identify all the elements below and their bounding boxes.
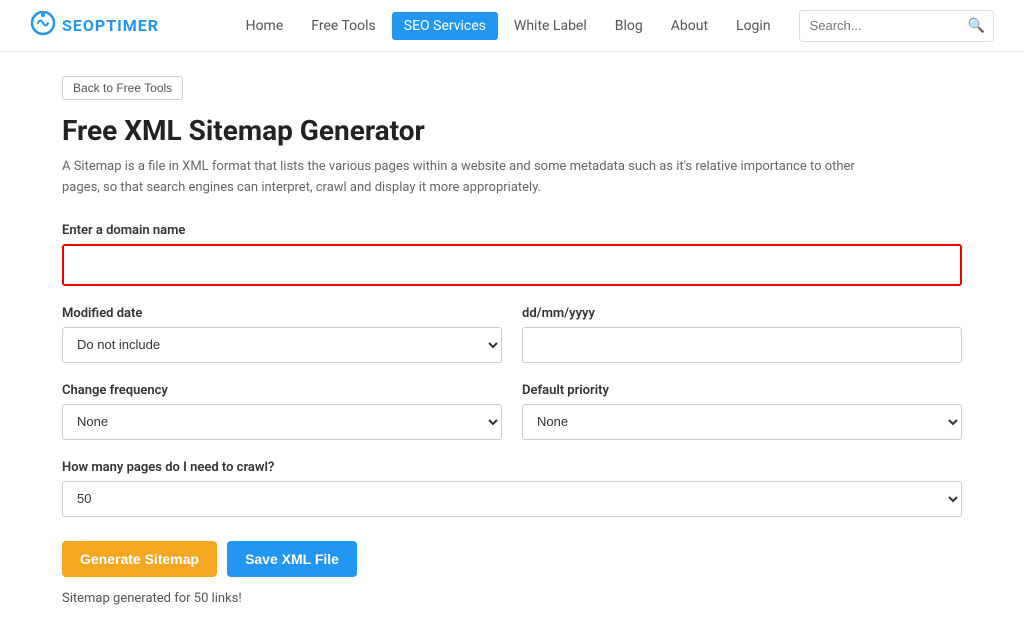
default-priority-label: Default priority (522, 383, 962, 398)
crawl-select[interactable]: 50 100 200 500 (62, 481, 962, 517)
generate-sitemap-button[interactable]: Generate Sitemap (62, 541, 217, 577)
date-field-input[interactable] (522, 327, 962, 363)
action-buttons: Generate Sitemap Save XML File (62, 541, 962, 577)
save-xml-button[interactable]: Save XML File (227, 541, 357, 577)
nav-blog[interactable]: Blog (603, 12, 655, 40)
crawl-row: How many pages do I need to crawl? 50 10… (62, 460, 962, 517)
search-button[interactable]: 🔍 (960, 17, 993, 34)
search-box: 🔍 (799, 10, 994, 42)
status-text: Sitemap generated for 50 links! (62, 591, 962, 606)
nav-white-label[interactable]: White Label (502, 12, 599, 40)
main-nav: Home Free Tools SEO Services White Label… (234, 12, 783, 40)
freq-priority-row: Change frequency None Always Hourly Dail… (62, 383, 962, 440)
change-freq-label: Change frequency (62, 383, 502, 398)
search-input[interactable] (800, 18, 960, 33)
nav-home[interactable]: Home (234, 12, 296, 40)
nav-login[interactable]: Login (724, 12, 783, 40)
nav-about[interactable]: About (659, 12, 720, 40)
default-priority-col: Default priority None 0.1 0.5 1.0 (522, 383, 962, 440)
modified-date-row: Modified date Do not include Today Custo… (62, 306, 962, 363)
modified-date-select[interactable]: Do not include Today Custom (62, 327, 502, 363)
back-to-free-tools-button[interactable]: Back to Free Tools (62, 76, 183, 100)
logo-icon (30, 10, 56, 42)
header: SEOPTIMER Home Free Tools SEO Services W… (0, 0, 1024, 52)
change-freq-select[interactable]: None Always Hourly Daily Weekly Monthly … (62, 404, 502, 440)
nav-seo-services[interactable]: SEO Services (392, 12, 498, 40)
nav-free-tools[interactable]: Free Tools (299, 12, 388, 40)
domain-label: Enter a domain name (62, 223, 962, 238)
modified-date-col: Modified date Do not include Today Custo… (62, 306, 502, 363)
main-content: Back to Free Tools Free XML Sitemap Gene… (32, 52, 992, 630)
logo: SEOPTIMER (30, 10, 159, 42)
search-icon: 🔍 (968, 17, 985, 33)
crawl-label: How many pages do I need to crawl? (62, 460, 962, 475)
page-title: Free XML Sitemap Generator (62, 114, 962, 147)
modified-date-label: Modified date (62, 306, 502, 321)
domain-input[interactable] (62, 244, 962, 286)
page-description: A Sitemap is a file in XML format that l… (62, 157, 882, 199)
date-field-col: dd/mm/yyyy (522, 306, 962, 363)
default-priority-select[interactable]: None 0.1 0.5 1.0 (522, 404, 962, 440)
change-freq-col: Change frequency None Always Hourly Dail… (62, 383, 502, 440)
date-field-label: dd/mm/yyyy (522, 306, 962, 321)
logo-text: SEOPTIMER (62, 16, 159, 35)
